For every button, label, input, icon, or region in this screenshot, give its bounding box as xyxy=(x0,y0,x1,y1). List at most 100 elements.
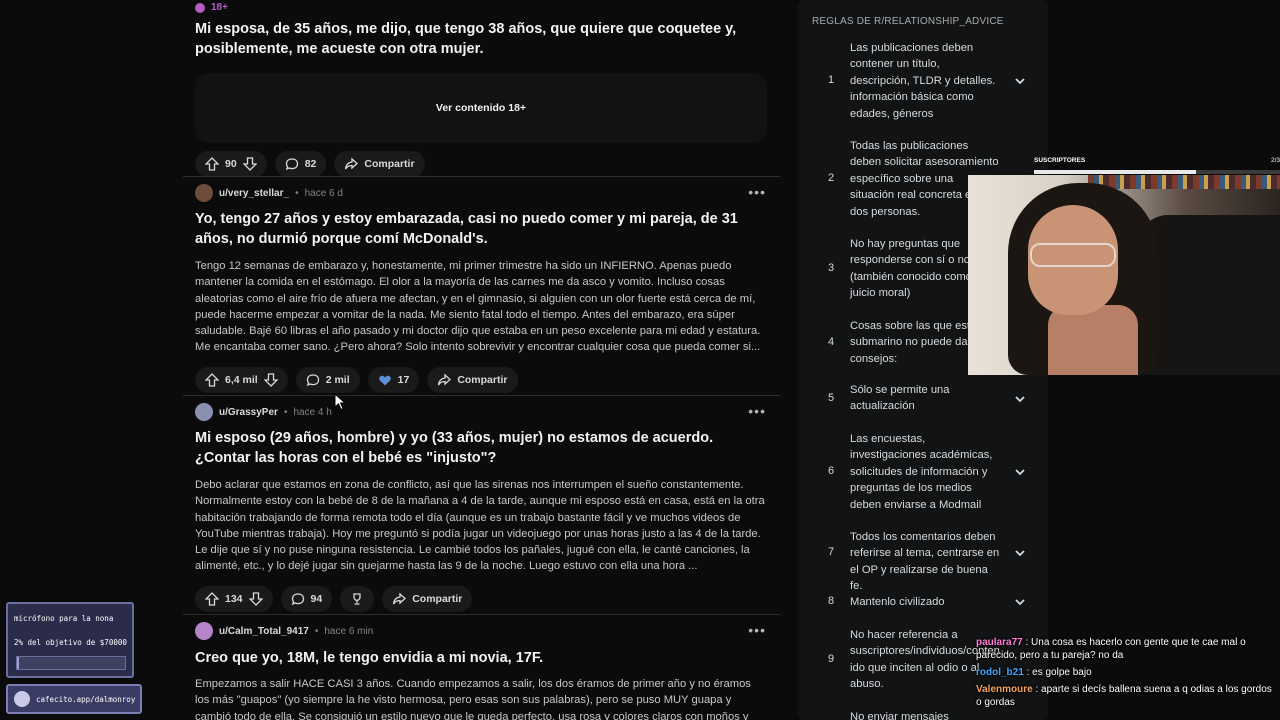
cafecito-url: cafecito.app/dalmonroy xyxy=(36,694,136,704)
more-options-icon[interactable]: ••• xyxy=(748,403,766,419)
rules-header: REGLAS DE R/RELATIONSHIP_ADVICE xyxy=(812,16,1004,27)
post-card[interactable]: 18+ Mi esposa, de 35 años, me dijo, que … xyxy=(183,2,780,177)
share-icon xyxy=(393,592,407,605)
comments-button[interactable]: 82 xyxy=(274,151,327,177)
separator: • xyxy=(314,625,319,637)
username[interactable]: u/Calm_Total_9417 xyxy=(219,626,309,637)
nsfw-label: 18+ xyxy=(211,2,228,13)
rule-number: 2 xyxy=(828,172,835,184)
username[interactable]: u/very_stellar_ xyxy=(219,188,289,199)
subscriber-goal-bar: SUSCRIPTORES 2/3 xyxy=(1034,156,1280,176)
post-body[interactable]: Tengo 12 semanas de embarazo y, honestam… xyxy=(195,258,768,356)
cafecito-icon xyxy=(14,691,30,707)
share-button[interactable]: Compartir xyxy=(334,151,425,177)
avatar[interactable] xyxy=(195,622,213,640)
post-age: hace 4 h xyxy=(293,406,332,418)
nsfw-icon xyxy=(195,2,205,13)
more-options-icon[interactable]: ••• xyxy=(748,622,766,638)
post-title[interactable]: Creo que yo, 18M, le tengo envidia a mi … xyxy=(195,648,768,668)
upvote-icon[interactable] xyxy=(205,157,219,171)
comment-icon xyxy=(306,374,319,386)
award-icon xyxy=(353,593,361,605)
comments-button[interactable]: 94 xyxy=(280,585,333,612)
post-title[interactable]: Yo, tengo 27 años y estoy embarazada, ca… xyxy=(195,209,768,249)
share-label: Compartir xyxy=(412,592,463,605)
post-body[interactable]: Empezamos a salir HACE CASI 3 años. Cuan… xyxy=(195,676,768,720)
rule-text: Las publicaciones deben contener un títu… xyxy=(850,42,996,120)
divider xyxy=(183,176,780,177)
rule-text: Mantenlo civilizado xyxy=(850,596,945,608)
vote-control: 134 xyxy=(195,585,273,612)
upvote-icon[interactable] xyxy=(205,372,219,387)
stream-chat: paulara77 : Una cosa es hacerlo con gent… xyxy=(976,636,1280,709)
avatar[interactable] xyxy=(195,403,213,421)
donation-goal-widget: micrófono para la nona 2% del objetivo d… xyxy=(6,602,134,678)
chat-message: paulara77 : Una cosa es hacerlo con gent… xyxy=(976,637,1246,661)
post-meta: u/very_stellar_ • hace 6 d xyxy=(195,184,768,202)
rule-number: 8 xyxy=(828,595,835,607)
post-meta: u/Calm_Total_9417 • hace 6 min xyxy=(195,622,768,640)
post-meta: u/GrassyPer • hace 4 h xyxy=(195,403,768,421)
post-title[interactable]: Mi esposa, de 35 años, me dijo, que teng… xyxy=(195,19,768,59)
streamer-body xyxy=(1048,305,1138,375)
view-nsfw-button[interactable]: Ver contenido 18+ xyxy=(436,102,526,114)
chevron-down-icon[interactable] xyxy=(1014,466,1026,478)
post-card[interactable]: u/Calm_Total_9417 • hace 6 min ••• Creo … xyxy=(183,622,780,720)
feed: 18+ Mi esposa, de 35 años, me dijo, que … xyxy=(183,0,780,720)
share-button[interactable]: Compartir xyxy=(427,366,518,393)
downvote-icon[interactable] xyxy=(242,157,257,171)
chair xyxy=(1138,215,1280,375)
post-actions: 90 82 Compartir xyxy=(195,151,768,177)
chevron-down-icon[interactable] xyxy=(1014,596,1026,608)
chat-text: es golpe bajo xyxy=(1032,667,1092,678)
upvote-icon[interactable] xyxy=(205,591,219,606)
award-count: 17 xyxy=(397,373,410,386)
comments-button[interactable]: 2 mil xyxy=(295,366,360,393)
vote-control: 6,4 mil xyxy=(195,366,288,393)
share-button[interactable]: Compartir xyxy=(382,585,473,612)
bookshelf xyxy=(1088,175,1280,189)
goal-progress-text: 2% del objetivo de $70000 xyxy=(14,638,127,647)
downvote-icon[interactable] xyxy=(248,592,263,606)
rule-number: 9 xyxy=(828,653,835,665)
post-actions: 6,4 mil 2 mil 17 Compartir xyxy=(195,366,768,393)
divider xyxy=(183,614,780,615)
comment-count: 94 xyxy=(310,592,323,605)
nsfw-overlay[interactable]: Ver contenido 18+ xyxy=(195,73,767,143)
post-card[interactable]: u/very_stellar_ • hace 6 d ••• Yo, tengo… xyxy=(183,184,780,393)
webcam-feed xyxy=(968,175,1280,375)
rule-text: Las encuestas, investigaciones académica… xyxy=(850,433,993,511)
award-button[interactable]: 17 xyxy=(367,366,420,393)
rule-number: 1 xyxy=(828,74,835,86)
post-age: hace 6 min xyxy=(324,625,374,637)
share-label: Compartir xyxy=(457,373,508,386)
comment-count: 2 mil xyxy=(325,373,350,386)
goal-progress-bar xyxy=(16,656,126,670)
cafecito-link[interactable]: cafecito.app/dalmonroy xyxy=(6,684,142,714)
chat-message: Valenmoure : aparte si decís ballena sue… xyxy=(976,684,1272,708)
chevron-down-icon[interactable] xyxy=(1014,547,1026,559)
more-options-icon[interactable]: ••• xyxy=(748,184,766,200)
award-icon xyxy=(378,375,391,386)
rule-number: 7 xyxy=(828,546,835,558)
chat-message: rodol_b21 : es golpe bajo xyxy=(976,667,1092,678)
downvote-icon[interactable] xyxy=(263,373,278,387)
vote-count: 6,4 mil xyxy=(225,373,258,386)
divider xyxy=(183,395,780,396)
rule-number: 6 xyxy=(828,465,835,477)
chevron-down-icon[interactable] xyxy=(1014,393,1026,405)
share-label: Compartir xyxy=(364,158,415,170)
award-button[interactable] xyxy=(340,585,375,612)
nsfw-tag: 18+ xyxy=(195,2,768,13)
post-title[interactable]: Mi esposo (29 años, hombre) y yo (33 año… xyxy=(195,428,768,468)
vote-count: 90 xyxy=(225,158,237,170)
chat-username: Valenmoure xyxy=(976,684,1033,695)
chevron-down-icon[interactable] xyxy=(1014,75,1026,87)
post-card[interactable]: u/GrassyPer • hace 4 h ••• Mi esposo (29… xyxy=(183,403,780,612)
post-body[interactable]: Debo aclarar que estamos en zona de conf… xyxy=(195,477,768,575)
username[interactable]: u/GrassyPer xyxy=(219,407,278,418)
rule-text: Sólo se permite una actualización xyxy=(850,384,950,413)
subscriber-count: 2/3 xyxy=(1270,157,1280,164)
avatar[interactable] xyxy=(195,184,213,202)
vote-count: 134 xyxy=(225,592,243,605)
